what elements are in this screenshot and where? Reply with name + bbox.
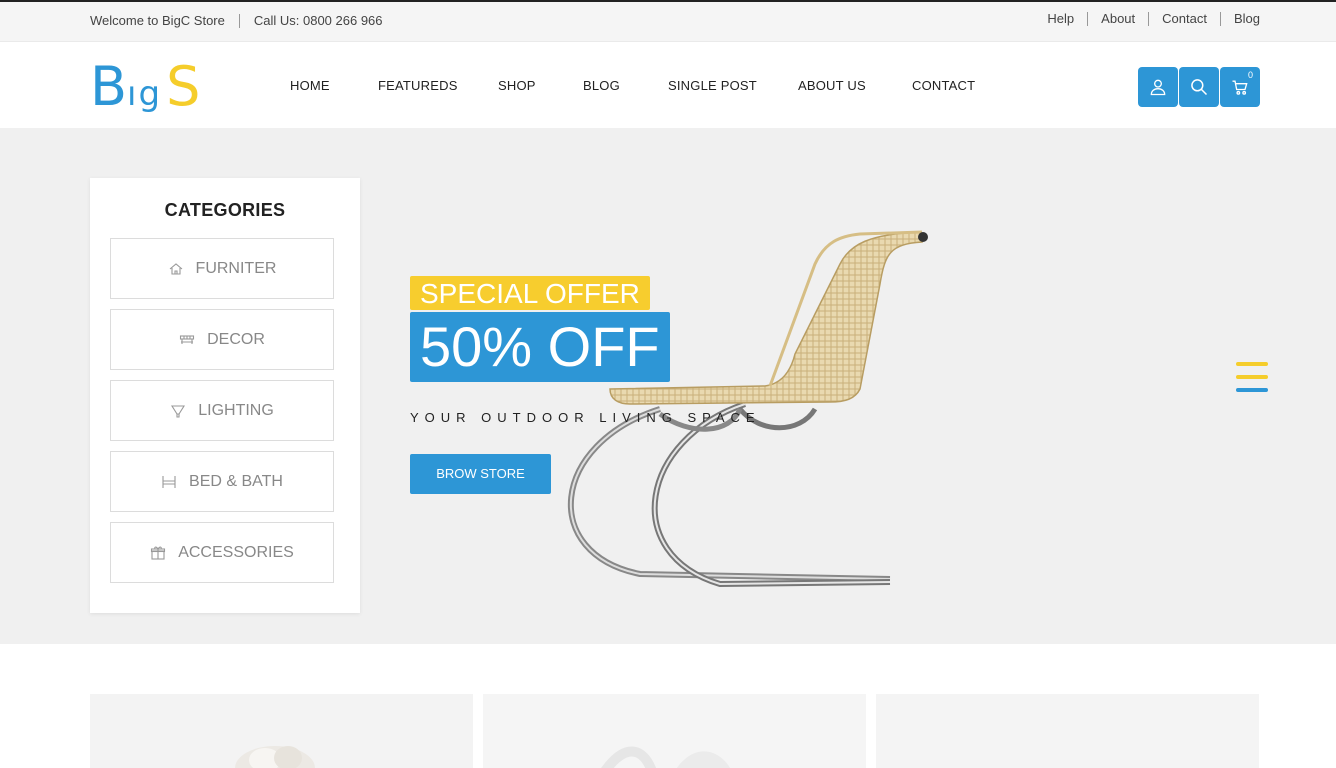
gift-icon (151, 546, 166, 560)
user-icon (1150, 79, 1166, 96)
blog-link[interactable]: Blog (1234, 11, 1260, 26)
header-actions: 0 (1138, 67, 1260, 107)
categories-panel: CATEGORIES FURNITER DECOR LIGHTING BED &… (90, 178, 360, 613)
divider (1087, 11, 1089, 26)
discount-headline: 50% OFF (410, 312, 670, 382)
category-accessories[interactable]: ACCESSORIES (110, 522, 334, 583)
product-card[interactable] (876, 694, 1259, 768)
phone-text: Call Us: 0800 266 966 (253, 13, 383, 28)
help-link[interactable]: Help (1047, 11, 1074, 26)
product-image (601, 746, 730, 768)
logo-letters-ig: ıg (127, 74, 163, 114)
nav-shop[interactable]: SHOP (498, 78, 583, 93)
about-link[interactable]: About (1101, 11, 1135, 26)
site-logo[interactable]: B ıg S (90, 58, 200, 114)
category-decor[interactable]: DECOR (110, 309, 334, 370)
divider (1148, 11, 1150, 26)
cart-button[interactable]: 0 (1220, 67, 1260, 107)
cart-icon (1232, 80, 1248, 95)
nav-about-us[interactable]: ABOUT US (798, 78, 912, 93)
category-lighting[interactable]: LIGHTING (110, 380, 334, 441)
nav-blog[interactable]: BLOG (583, 78, 668, 93)
slider-toggle-icon[interactable] (1236, 362, 1268, 394)
nav-contact[interactable]: CONTACT (912, 78, 992, 93)
category-label: DECOR (207, 330, 265, 348)
lamp-icon (171, 404, 186, 418)
top-bar-info: Welcome to BigC Store Call Us: 0800 266 … (90, 13, 383, 28)
main-nav: HOME FEATUREDS SHOP BLOG SINGLE POST ABO… (290, 78, 992, 93)
category-label: ACCESSORIES (178, 543, 294, 561)
category-label: FURNITER (195, 259, 277, 277)
bench-icon (180, 334, 195, 344)
product-teasers (0, 644, 1336, 768)
category-furniter[interactable]: FURNITER (110, 238, 334, 299)
nav-featureds[interactable]: FEATUREDS (378, 78, 498, 93)
nav-home[interactable]: HOME (290, 78, 378, 93)
bed-icon (162, 475, 176, 488)
nav-single-post[interactable]: SINGLE POST (668, 78, 798, 93)
search-icon (1191, 79, 1208, 96)
hero-tagline: YOUR OUTDOOR LIVING SPACE (410, 410, 761, 425)
site-header: B ıg S HOME FEATUREDS SHOP BLOG SINGLE P… (0, 42, 1336, 128)
category-bed-bath[interactable]: BED & BATH (110, 451, 334, 512)
browse-store-button[interactable]: BROW STORE (410, 454, 551, 494)
top-bar: Welcome to BigC Store Call Us: 0800 266 … (0, 0, 1336, 42)
divider (1219, 11, 1221, 26)
category-label: BED & BATH (189, 472, 283, 490)
product-image (235, 746, 315, 768)
hero-banner: CATEGORIES FURNITER DECOR LIGHTING BED &… (0, 128, 1336, 644)
product-card[interactable] (483, 694, 866, 768)
category-label: LIGHTING (198, 401, 274, 419)
divider (238, 13, 240, 28)
categories-title: CATEGORIES (164, 200, 286, 220)
home-icon (169, 262, 182, 275)
product-card[interactable] (90, 694, 473, 768)
contact-link[interactable]: Contact (1162, 11, 1207, 26)
welcome-text: Welcome to BigC Store (90, 13, 225, 28)
special-offer-tag: SPECIAL OFFER (410, 276, 650, 310)
logo-letter-s: S (166, 55, 201, 118)
logo-letter-b: B (90, 55, 128, 118)
account-button[interactable] (1138, 67, 1178, 107)
search-button[interactable] (1179, 67, 1219, 107)
top-links: Help About Contact Blog (1047, 11, 1260, 26)
cart-count-badge: 0 (1247, 70, 1253, 80)
